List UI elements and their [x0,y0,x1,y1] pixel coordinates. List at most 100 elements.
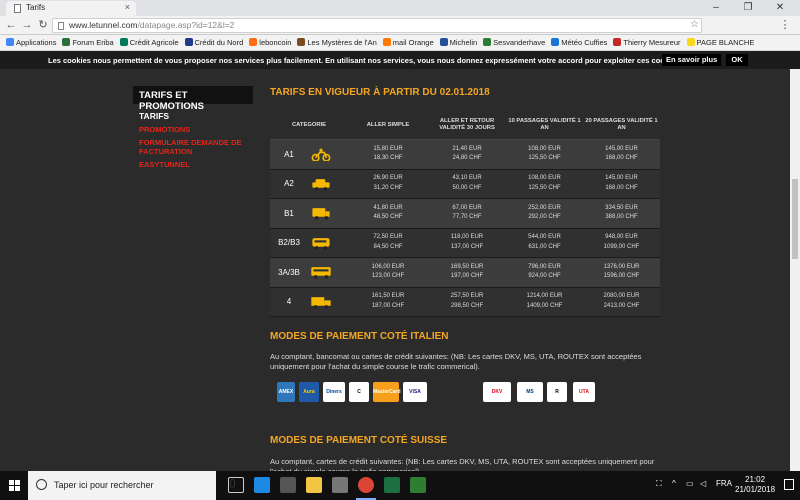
price-cell: 67,00 EUR 77,70 CHF [428,204,506,223]
reload-icon[interactable]: ↻ [36,18,50,32]
bookmark-star-icon[interactable]: ☆ [690,19,699,30]
edge-icon[interactable] [254,477,270,493]
forward-icon[interactable]: → [20,18,34,32]
price-chf: 388,00 CHF [605,214,638,221]
scrollbar-thumb[interactable] [792,179,798,259]
car-icon [308,177,334,191]
table-row: A1 15,80 EUR 18,30 CHF 21,40 EUR 24,80 CHF 10… [270,140,660,170]
truck-icon [308,295,334,309]
bookmark-favicon-icon [686,38,695,46]
bookmark-item[interactable]: PAGE BLANCHE [686,35,754,50]
header-category: CATEGORIE [291,121,327,128]
maximize-icon[interactable]: ❐ [736,0,760,16]
price-eur: 108,00 EUR [528,145,561,152]
payment-logo-icon: VISA [403,382,427,402]
bookmark-item[interactable]: Crédit Agricole [119,35,179,50]
notification-icon[interactable] [784,479,794,490]
bookmark-label: Michelin [449,38,478,47]
bookmark-item[interactable]: Applications [6,35,56,50]
price-chf: 1596,00 CHF [603,273,640,280]
price-chf: 77,70 CHF [452,214,482,221]
tray-arrow-icon[interactable]: ^ [672,479,676,488]
people-icon[interactable]: ⛶ [656,479,662,489]
payment-logo-icon: MS [517,382,543,402]
browser-tab[interactable]: Tarifs × [6,1,136,16]
url-input[interactable]: www.letunnel.com/datapage.asp?id=12&l=2 [52,18,702,33]
sidebar-link[interactable]: TARIFS [139,112,253,121]
bookmark-item[interactable]: leboncoin [249,35,291,50]
price-cell: 2080,00 EUR 2413,00 CHF [583,292,660,311]
clock[interactable]: 21:02 21/01/2018 [735,475,775,495]
bookmark-favicon-icon [382,38,391,46]
sidebar-link[interactable]: FORMULAIRE DEMANDE DE FACTURATION [139,138,253,156]
excel-icon[interactable] [384,477,400,493]
address-bar: ← → ↻ www.letunnel.com/datapage.asp?id=1… [0,16,800,35]
bookmarks-bar: Applications Forum Eriba Crédit Agricole Cr… [0,35,800,51]
price-eur: 15,80 EUR [373,145,403,152]
minimize-icon[interactable]: – [704,0,728,16]
language-indicator[interactable]: FRA [716,479,732,488]
bookmark-item[interactable]: Météo Cuffies [551,35,608,50]
close-tab-icon[interactable]: × [125,2,130,12]
bookmark-label: Forum Eriba [72,38,114,47]
sidebar-link[interactable]: PROMOTIONS [139,125,253,134]
price-chf: 48,50 CHF [373,214,403,221]
bookmark-label: mail Orange [392,38,434,47]
category-label: B2/B3 [278,238,300,248]
close-window-icon[interactable]: ✕ [768,0,792,16]
price-cell: 169,50 EUR 197,00 CHF [428,263,506,282]
volume-icon[interactable]: ◁ [700,479,706,488]
bookmark-item[interactable]: mail Orange [382,35,434,50]
bookmark-item[interactable]: Crédit du Nord [184,35,243,50]
category-label: 3A/3B [278,267,300,277]
header-20-passes: 20 PASSAGES VALIDITÉ 1 AN [585,118,658,131]
file-explorer-icon[interactable] [306,477,322,493]
bookmark-item[interactable]: Thierry Mesureur [613,35,681,50]
payment-italy-text: Au comptant, bancomat ou cartes de crédi… [270,352,642,371]
price-eur: 43,10 EUR [452,175,482,182]
document-icon [14,4,21,13]
start-button[interactable] [0,471,28,500]
price-chf: 1409,00 CHF [526,302,563,309]
back-icon[interactable]: ← [4,18,18,32]
bookmark-item[interactable]: Michelin [439,35,478,50]
bookmark-item[interactable]: Les Mystères de l'An [297,35,377,50]
cookie-more-button[interactable]: En savoir plus [662,54,722,66]
app-icon[interactable] [332,477,348,493]
bookmark-item[interactable]: Forum Eriba [62,35,114,50]
bookmark-favicon-icon [483,38,492,46]
sidebar-links: TARIFS PROMOTIONS FORMULAIRE DEMANDE DE FA… [133,112,253,170]
table-row: B1 41,80 EUR 48,50 CHF 67,00 EUR 77,70 CHF 25… [270,199,660,229]
price-chf: 137,00 CHF [450,243,484,250]
category-cell: A1 [270,140,348,169]
browser-titlebar: Tarifs × – ❐ ✕ [0,0,800,16]
sidebar-link[interactable]: EASYTUNNEL [139,160,253,169]
bookmark-favicon-icon [297,38,306,46]
menu-icon[interactable]: ⋮ [778,18,792,32]
page-scrollbar[interactable] [790,69,800,471]
bookmark-favicon-icon [551,38,560,46]
bookmark-item[interactable]: Sesvanderhave [483,35,545,50]
payment-logo-icon: MasterCard [373,382,401,402]
store-icon[interactable] [280,477,296,493]
taskbar-search[interactable]: Taper ici pour rechercher [28,471,235,500]
price-cell: 43,10 EUR 50,00 CHF [428,174,506,193]
network-icon[interactable]: ▭ [686,479,694,488]
price-cell: 948,00 EUR 1099,00 CHF [583,233,660,252]
task-view-icon[interactable] [228,477,244,493]
price-cell: 796,00 EUR 924,00 CHF [506,263,583,282]
category-label: A1 [284,149,294,159]
app-green-icon[interactable] [410,477,426,493]
bookmark-label: Crédit Agricole [129,38,179,47]
payment-swiss-text: Au comptant, cartes de crédit suivantes:… [270,457,655,471]
price-cell: 41,80 EUR 48,50 CHF [348,204,428,223]
page-info-icon[interactable] [58,22,64,30]
price-eur: 67,00 EUR [452,204,482,211]
chrome-icon[interactable] [358,477,374,493]
tariff-table: CATEGORIE ALLER SIMPLE ALLER ET RETOUR V… [270,111,660,317]
payment-logos: AMEX Aura Diners C MasterCard VISA DKV MS R UTA [277,382,617,402]
price-eur: 257,50 EUR [450,293,484,300]
price-chf: 631,00 CHF [528,243,561,250]
cookie-ok-button[interactable]: OK [726,54,748,66]
bookmark-label: Météo Cuffies [561,38,608,47]
